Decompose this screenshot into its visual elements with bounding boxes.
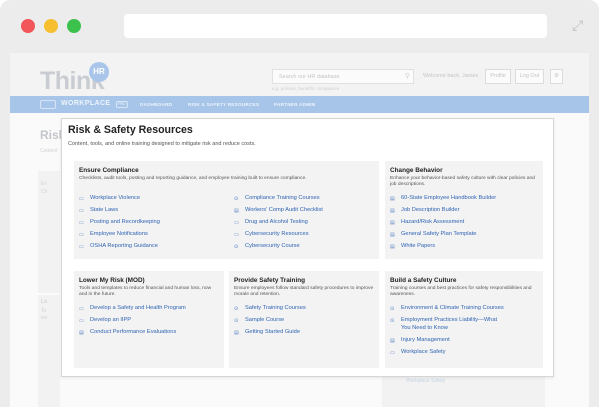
card-description: Training courses and best practices for … (390, 286, 532, 298)
play-icon: ⊙ (234, 244, 239, 250)
list-icon: ▭ (79, 244, 84, 250)
list-icon: ▭ (79, 208, 84, 214)
list-icon: ▭ (234, 220, 239, 226)
list-icon: ▭ (79, 220, 84, 226)
card-title: Ensure Compliance (79, 167, 139, 174)
list-icon: ▭ (79, 196, 84, 202)
play-icon: ⊙ (390, 306, 395, 312)
card-description: Ensure employees follow standard safety … (234, 286, 374, 298)
background-text: To (41, 308, 47, 314)
card-build-safety-culture: Build a Safety Culture Training courses … (385, 271, 543, 368)
play-icon: ⊙ (234, 306, 239, 312)
background-link: Workplace Safety (406, 378, 446, 384)
document-icon: ▤ (390, 220, 395, 226)
nav-item-partner-admin[interactable]: PARTNER ADMIN (274, 102, 315, 107)
document-icon: ▤ (79, 330, 84, 336)
play-icon: ⊙ (234, 196, 239, 202)
card-provide-safety-training: Provide Safety Training Ensure employees… (229, 271, 379, 368)
list-icon: ▭ (79, 232, 84, 238)
document-icon: ▤ (390, 232, 395, 238)
panel-description: Content, tools, and online training desi… (68, 141, 256, 147)
document-icon: ▤ (390, 244, 395, 250)
nav-item-dashboard[interactable]: DASHBOARD (140, 102, 172, 107)
card-lower-my-risk: Lower My Risk (MOD) Tools and templates … (74, 271, 224, 368)
card-title: Change Behavior (390, 167, 443, 174)
nav-item-risk-safety[interactable]: RISK & SAFETY RESOURCES (188, 102, 259, 107)
fullscreen-icon[interactable]: ⤢ (572, 18, 588, 34)
risk-safety-dropdown: Risk & Safety Resources Content, tools, … (61, 118, 554, 377)
document-icon: ▤ (390, 338, 395, 344)
site-header: Think HR Search our HR database ⚲ e.g. p… (10, 53, 589, 96)
search-input[interactable]: Search our HR database ⚲ (272, 69, 414, 84)
zoom-window-button[interactable] (67, 19, 81, 33)
address-bar[interactable] (124, 14, 547, 38)
search-placeholder: Search our HR database (279, 74, 340, 80)
gear-icon[interactable]: ⚙ (550, 69, 563, 84)
search-hint: e.g. policies, benefits, compliance (272, 86, 340, 91)
document-icon: ▤ (234, 208, 239, 214)
nav-brand[interactable]: WORKPLACE (61, 100, 111, 107)
list-icon: ▭ (234, 232, 239, 238)
play-icon: ⊙ (390, 318, 395, 324)
background-text: Lo (41, 299, 48, 305)
background-text: los (41, 315, 48, 321)
card-description: Checklists, audit tools, posting and rep… (79, 176, 307, 181)
welcome-text: Welcome back, James (423, 73, 479, 79)
browser-window: ⤢ Think HR Search our HR database ⚲ e.g.… (0, 0, 599, 407)
card-description: Enhance your behavior-based safety cultu… (390, 176, 535, 188)
card-title: Lower My Risk (MOD) (79, 277, 145, 284)
card-title: Build a Safety Culture (390, 277, 457, 284)
list-icon: ▭ (390, 350, 395, 356)
document-icon: ▤ (234, 330, 239, 336)
search-icon[interactable]: ⚲ (405, 72, 410, 80)
main-nav: WORKPLACE PRO DASHBOARD RISK & SAFETY RE… (10, 96, 589, 113)
minimize-window-button[interactable] (44, 19, 58, 33)
card-title: Provide Safety Training (234, 277, 306, 284)
background-text: Ch (41, 189, 48, 195)
workplace-icon (40, 100, 56, 109)
play-icon: ⊙ (234, 318, 239, 324)
list-icon: ▭ (79, 318, 84, 324)
close-window-button[interactable] (21, 19, 35, 33)
background-page-subtitle: Content (40, 148, 58, 154)
profile-button[interactable]: Profile (485, 69, 511, 84)
document-icon: ▤ (390, 196, 395, 202)
card-ensure-compliance: Ensure Compliance Checklists, audit tool… (74, 161, 379, 259)
panel-title: Risk & Safety Resources (68, 124, 193, 136)
logout-button[interactable]: Log Out (515, 69, 544, 84)
list-icon: ▭ (79, 306, 84, 312)
background-text: En (41, 181, 48, 187)
logo-badge: HR (89, 62, 109, 82)
nav-badge: PRO (116, 101, 128, 108)
card-change-behavior: Change Behavior Enhance your behavior-ba… (385, 161, 543, 259)
card-description: Tools and templates to reduce financial … (79, 286, 212, 298)
document-icon: ▤ (390, 208, 395, 214)
